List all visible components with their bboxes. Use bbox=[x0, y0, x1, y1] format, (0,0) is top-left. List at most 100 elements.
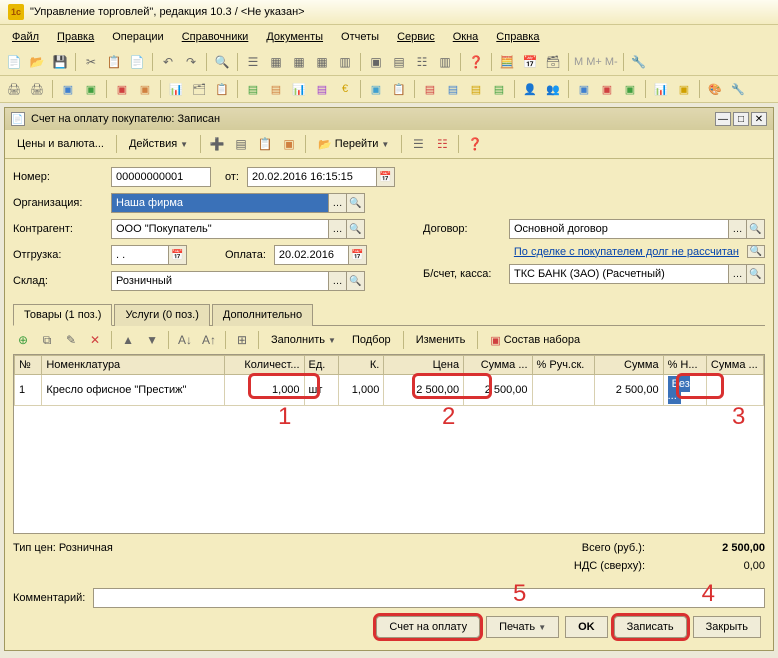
deal-link[interactable]: По сделке с покупателем долг не рассчита… bbox=[514, 246, 739, 258]
c24-icon[interactable]: 📊 bbox=[651, 79, 671, 99]
goto-dropdown[interactable]: 📂 Перейти ▼ bbox=[312, 135, 395, 154]
calc-icon[interactable]: 🧮 bbox=[497, 52, 517, 72]
actions-dropdown[interactable]: Действия ▼ bbox=[123, 135, 194, 153]
search-icon[interactable]: 🔍 bbox=[212, 52, 232, 72]
t4-icon[interactable]: ▣ bbox=[366, 52, 386, 72]
cut-icon[interactable]: ✂ bbox=[81, 52, 101, 72]
copy-icon[interactable]: 📋 bbox=[104, 52, 124, 72]
db-icon[interactable]: 🗃 bbox=[543, 52, 563, 72]
c27-icon[interactable]: 🔧 bbox=[728, 79, 748, 99]
doc-copy-icon[interactable]: 📋 bbox=[255, 134, 275, 154]
calendar-icon[interactable]: 📅 bbox=[377, 167, 395, 187]
minimize-button[interactable]: — bbox=[715, 112, 731, 126]
maximize-button[interactable]: □ bbox=[733, 112, 749, 126]
print2-icon[interactable]: 🖨 bbox=[27, 79, 47, 99]
c9-icon[interactable]: ▤ bbox=[266, 79, 286, 99]
print-button[interactable]: Печать ▼ bbox=[486, 616, 559, 638]
doc-help-icon[interactable]: ❓ bbox=[465, 134, 485, 154]
c22-icon[interactable]: ▣ bbox=[597, 79, 617, 99]
pay-cal-icon[interactable]: 📅 bbox=[349, 245, 367, 265]
c2-icon[interactable]: ▣ bbox=[81, 79, 101, 99]
row-delete-icon[interactable]: ✕ bbox=[85, 330, 105, 350]
undo-icon[interactable]: ↶ bbox=[158, 52, 178, 72]
datetime-input[interactable] bbox=[247, 167, 377, 187]
doc-t2-icon[interactable]: ☷ bbox=[432, 134, 452, 154]
pay-input[interactable] bbox=[274, 245, 349, 265]
org-input[interactable] bbox=[111, 193, 329, 213]
contragent-search-icon[interactable]: 🔍 bbox=[347, 219, 365, 239]
col-name[interactable]: Номенклатура bbox=[42, 356, 224, 375]
close-button[interactable]: ✕ bbox=[751, 112, 767, 126]
warehouse-select-icon[interactable]: … bbox=[329, 271, 347, 291]
save-icon[interactable]: 💾 bbox=[50, 52, 70, 72]
paste-icon[interactable]: 📄 bbox=[127, 52, 147, 72]
table-row[interactable]: 1 Кресло офисное "Престиж" 1,000 шт 1,00… bbox=[15, 375, 764, 406]
contract-search-icon[interactable]: 🔍 bbox=[747, 219, 765, 239]
goods-grid[interactable]: № Номенклатура Количест... Ед. К. Цена С… bbox=[14, 355, 764, 406]
sort-asc-icon[interactable]: A↓ bbox=[175, 330, 195, 350]
contract-select-icon[interactable]: … bbox=[729, 219, 747, 239]
col-n[interactable]: № bbox=[15, 356, 42, 375]
warehouse-search-icon[interactable]: 🔍 bbox=[347, 271, 365, 291]
help-icon[interactable]: ❓ bbox=[466, 52, 486, 72]
col-qty[interactable]: Количест... bbox=[224, 356, 304, 375]
sort-desc-icon[interactable]: A↑ bbox=[199, 330, 219, 350]
menu-help[interactable]: Справка bbox=[488, 28, 547, 46]
doc-add-icon[interactable]: ➕ bbox=[207, 134, 227, 154]
menu-file[interactable]: Файл bbox=[4, 28, 47, 46]
contragent-select-icon[interactable]: … bbox=[329, 219, 347, 239]
menu-edit[interactable]: Правка bbox=[49, 28, 102, 46]
col-sum2[interactable]: Сумма bbox=[595, 356, 663, 375]
c19-icon[interactable]: 👤 bbox=[520, 79, 540, 99]
doc-t1-icon[interactable]: ☰ bbox=[408, 134, 428, 154]
col-sum3[interactable]: Сумма ... bbox=[706, 356, 763, 375]
new-icon[interactable]: 📄 bbox=[4, 52, 24, 72]
close-doc-button[interactable]: Закрыть bbox=[693, 616, 761, 638]
c21-icon[interactable]: ▣ bbox=[574, 79, 594, 99]
c26-icon[interactable]: 🎨 bbox=[705, 79, 725, 99]
c11-icon[interactable]: ▤ bbox=[312, 79, 332, 99]
tab-goods[interactable]: Товары (1 поз.) bbox=[13, 304, 112, 326]
c7-icon[interactable]: 📋 bbox=[212, 79, 232, 99]
row-down-icon[interactable]: ▼ bbox=[142, 330, 162, 350]
row-up-icon[interactable]: ▲ bbox=[118, 330, 138, 350]
c5-icon[interactable]: 📊 bbox=[166, 79, 186, 99]
c6-icon[interactable]: 🗂 bbox=[189, 79, 209, 99]
t6-icon[interactable]: ☷ bbox=[412, 52, 432, 72]
fill-dropdown[interactable]: Заполнить ▼ bbox=[265, 331, 342, 349]
c10-icon[interactable]: 📊 bbox=[289, 79, 309, 99]
tab-services[interactable]: Услуги (0 поз.) bbox=[114, 304, 209, 326]
col-vat[interactable]: % Н... bbox=[663, 356, 706, 375]
menu-docs[interactable]: Документы bbox=[258, 28, 331, 46]
warehouse-input[interactable] bbox=[111, 271, 329, 291]
settings-icon[interactable]: 🔧 bbox=[629, 52, 649, 72]
comment-input[interactable] bbox=[93, 588, 765, 608]
doc-list-icon[interactable]: ▤ bbox=[231, 134, 251, 154]
menu-service[interactable]: Сервис bbox=[389, 28, 443, 46]
c3-icon[interactable]: ▣ bbox=[112, 79, 132, 99]
bank-select-icon[interactable]: … bbox=[729, 264, 747, 284]
contract-input[interactable] bbox=[509, 219, 729, 239]
composition-button[interactable]: ▣ Состав набора bbox=[484, 331, 586, 350]
org-search-icon[interactable]: 🔍 bbox=[347, 193, 365, 213]
prices-button[interactable]: Цены и валюта... bbox=[11, 135, 110, 153]
ship-cal-icon[interactable]: 📅 bbox=[169, 245, 187, 265]
invoice-button[interactable]: Счет на оплату bbox=[376, 616, 480, 638]
doc-post-icon[interactable]: ▣ bbox=[279, 134, 299, 154]
menu-windows[interactable]: Окна bbox=[445, 28, 487, 46]
tool-icon[interactable]: ▦ bbox=[289, 52, 309, 72]
c20-icon[interactable]: 👥 bbox=[543, 79, 563, 99]
print1-icon[interactable]: 🖨 bbox=[4, 79, 24, 99]
tab-extra[interactable]: Дополнительно bbox=[212, 304, 313, 326]
deal-search-icon[interactable]: 🔍 bbox=[747, 245, 765, 258]
c23-icon[interactable]: ▣ bbox=[620, 79, 640, 99]
list-icon[interactable]: ☰ bbox=[243, 52, 263, 72]
tool3-icon[interactable]: ▥ bbox=[335, 52, 355, 72]
c13-icon[interactable]: ▣ bbox=[366, 79, 386, 99]
c12-icon[interactable]: € bbox=[335, 79, 355, 99]
menu-operations[interactable]: Операции bbox=[104, 28, 171, 46]
c18-icon[interactable]: ▤ bbox=[489, 79, 509, 99]
ship-input[interactable] bbox=[111, 245, 169, 265]
row-edit-icon[interactable]: ✎ bbox=[61, 330, 81, 350]
bank-input[interactable] bbox=[509, 264, 729, 284]
